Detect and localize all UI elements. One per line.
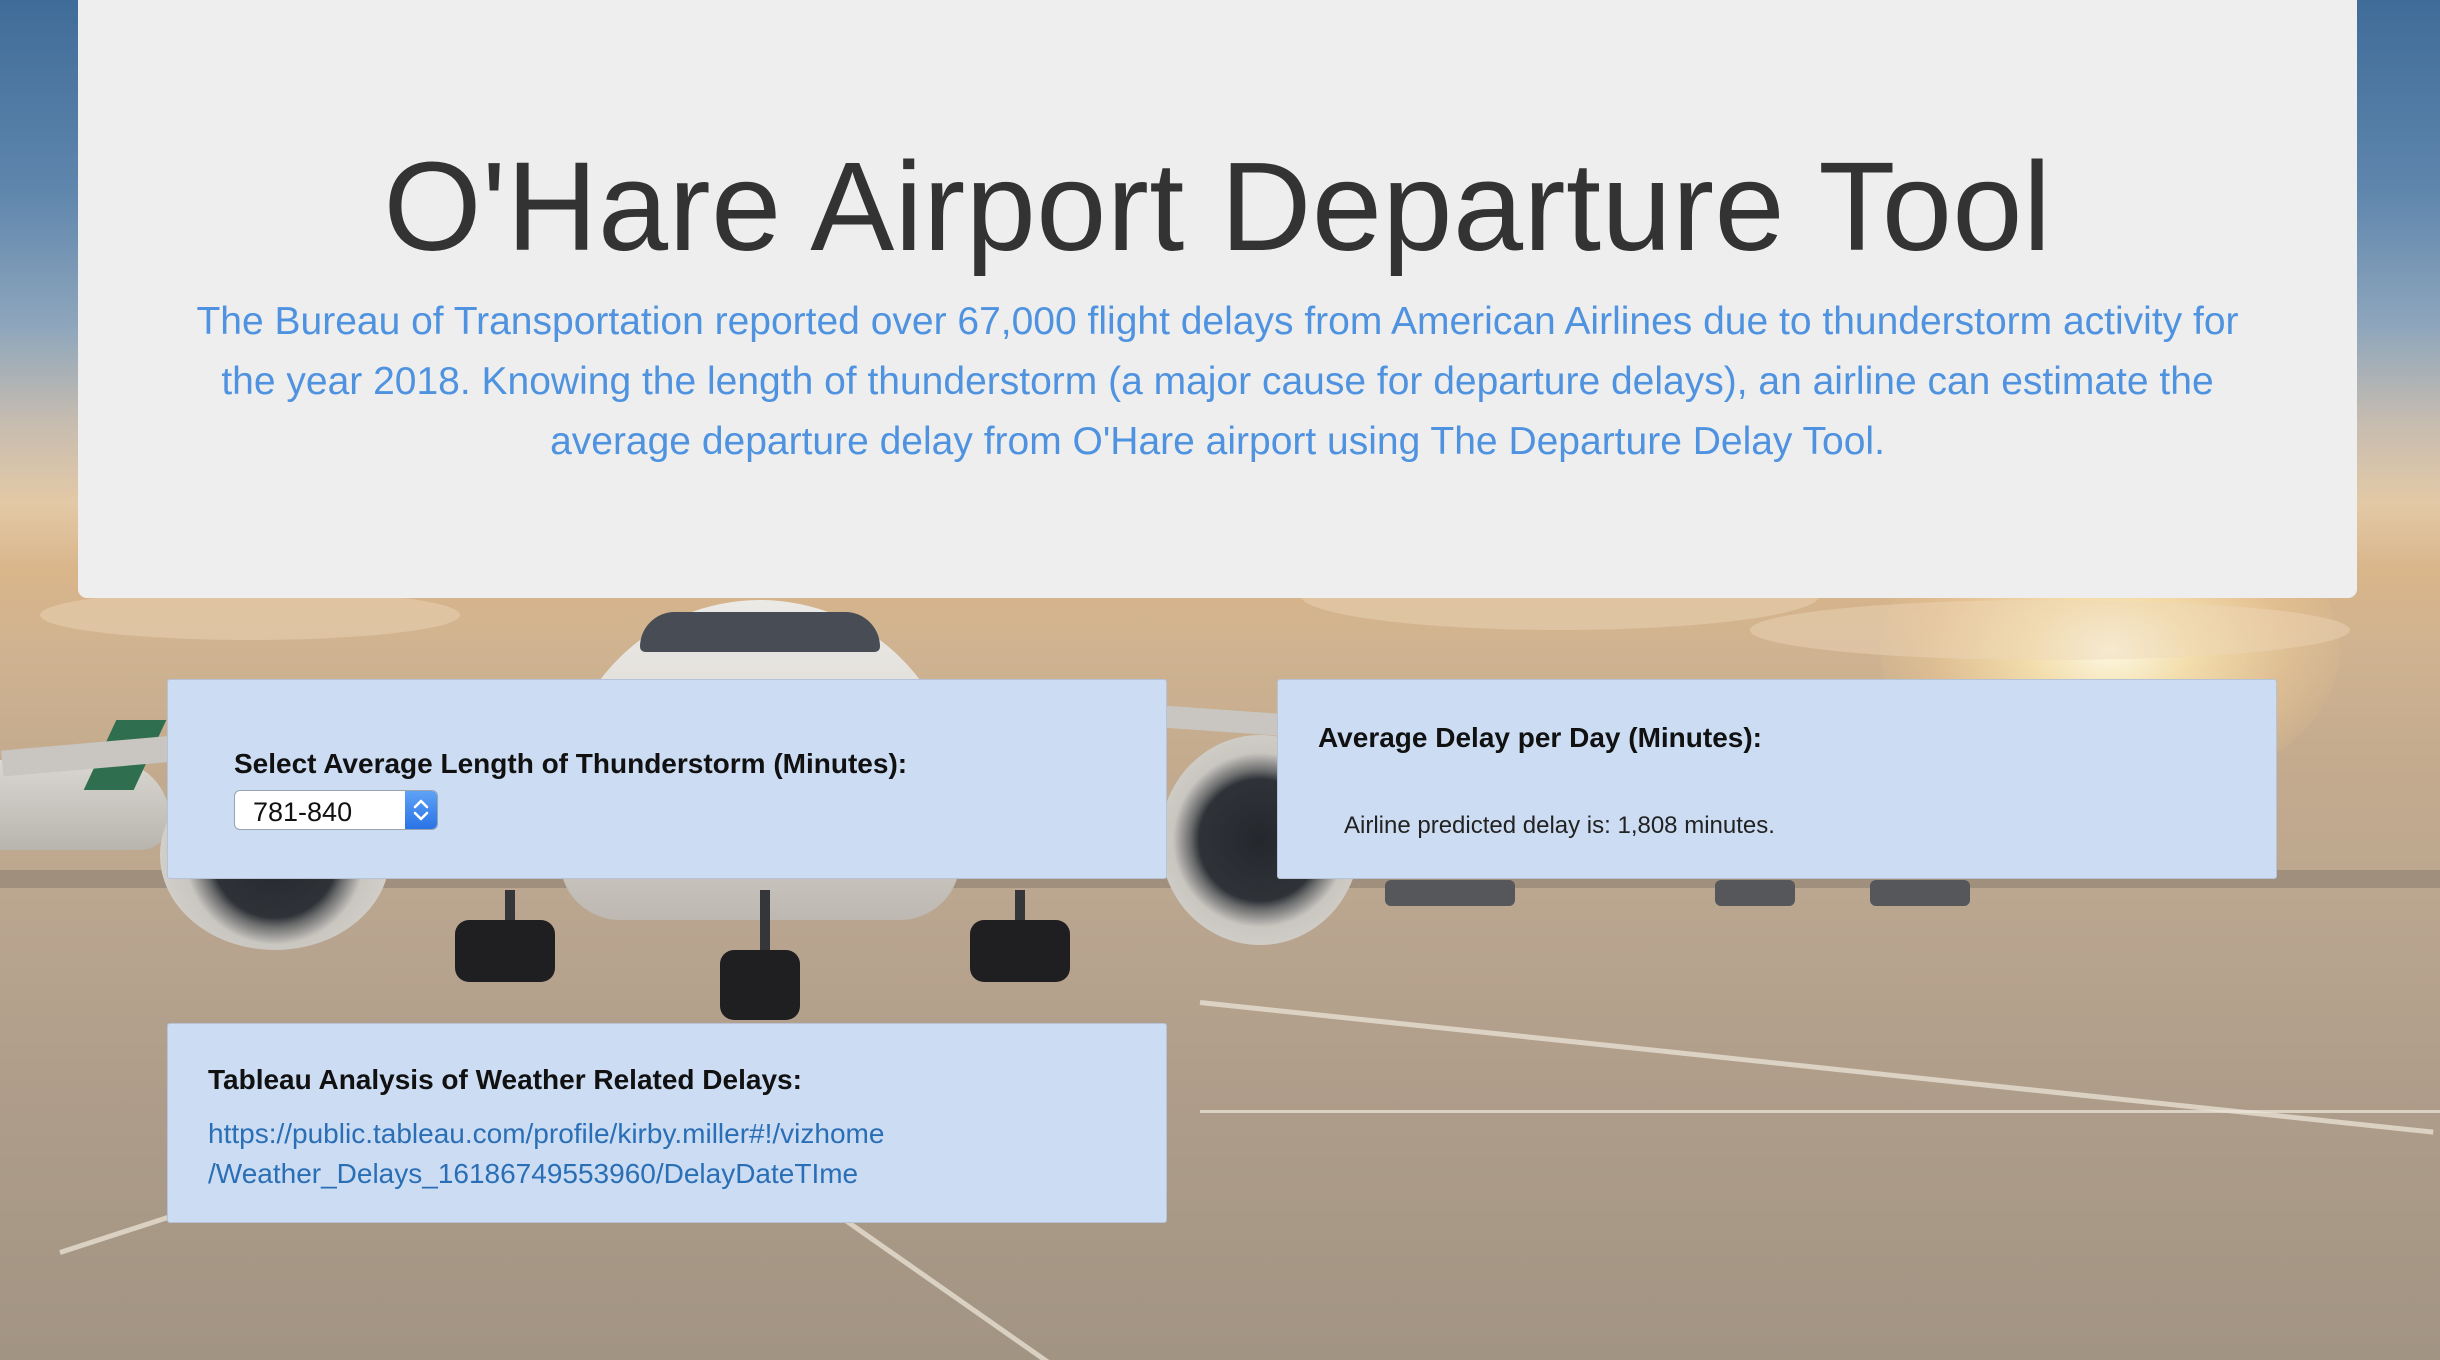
tarmac-marking xyxy=(818,1200,1117,1360)
landing-gear xyxy=(455,920,555,982)
airplane-cockpit-windows xyxy=(640,612,880,652)
page-title: O'Hare Airport Departure Tool xyxy=(383,136,2052,277)
landing-gear xyxy=(970,920,1070,982)
tarmac-marking xyxy=(1199,1000,2434,1135)
chevron-up-down-icon xyxy=(405,791,437,829)
thunderstorm-length-card: Select Average Length of Thunderstorm (M… xyxy=(167,679,1167,879)
ground-vehicle xyxy=(1870,880,1970,906)
tableau-analysis-card: Tableau Analysis of Weather Related Dela… xyxy=(167,1023,1167,1223)
thunderstorm-length-label: Select Average Length of Thunderstorm (M… xyxy=(234,748,908,779)
ground-vehicle xyxy=(1715,880,1795,906)
tableau-analysis-title: Tableau Analysis of Weather Related Dela… xyxy=(208,1064,802,1095)
cloud xyxy=(1750,600,2350,660)
select-value: 781-840 xyxy=(253,797,353,827)
ground-vehicle xyxy=(1385,880,1515,906)
tableau-link-line1: https://public.tableau.com/profile/kirby… xyxy=(208,1118,885,1149)
tarmac-marking xyxy=(1200,1110,2440,1113)
tableau-link[interactable]: https://public.tableau.com/profile/kirby… xyxy=(208,1114,1128,1194)
page-description: The Bureau of Transportation reported ov… xyxy=(196,300,2239,463)
predicted-delay-result: Airline predicted delay is: 1,808 minute… xyxy=(1344,812,1775,839)
tableau-link-line2: /Weather_Delays_16186749553960/DelayDate… xyxy=(208,1158,859,1189)
average-delay-card: Average Delay per Day (Minutes): Airline… xyxy=(1277,679,2277,879)
landing-gear xyxy=(720,950,800,1020)
thunderstorm-length-select[interactable]: 781-840 xyxy=(234,790,438,830)
header-jumbotron: O'Hare Airport Departure Tool The Bureau… xyxy=(78,0,2357,598)
average-delay-title: Average Delay per Day (Minutes): xyxy=(1318,722,1762,753)
